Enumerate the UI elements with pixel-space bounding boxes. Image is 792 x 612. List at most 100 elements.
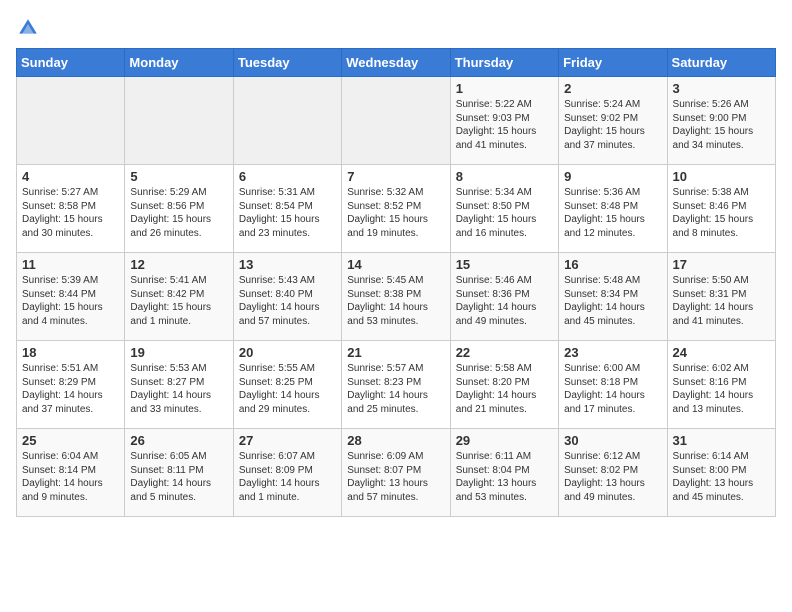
day-number: 10 [673,169,770,184]
calendar-cell: 26 Sunrise: 6:05 AM Sunset: 8:11 PM Dayli… [125,429,233,517]
day-number: 14 [347,257,444,272]
calendar-cell: 3Sunrise: 5:26 AM Sunset: 9:00 PM Daylig… [667,77,775,165]
cell-info-text: Sunrise: 5:48 AM Sunset: 8:34 PM Dayligh… [564,274,661,328]
day-number: 26 [130,433,227,448]
day-number: 7 [347,169,444,184]
cell-info-text: Sunrise: 6:00 AM Sunset: 8:18 PM Dayligh… [564,362,661,416]
cell-info-text: Sunrise: 5:38 AM Sunset: 8:46 PM Dayligh… [673,186,770,240]
day-number: 13 [239,257,336,272]
page-header [16,16,776,40]
calendar-cell: 18Sunrise: 5:51 AM Sunset: 8:29 PM Dayli… [17,341,125,429]
calendar-cell [233,77,341,165]
calendar-cell: 23 Sunrise: 6:00 AM Sunset: 8:18 PM Dayli… [559,341,667,429]
day-number: 4 [22,169,119,184]
cell-info-text: Sunrise: 5:53 AM Sunset: 8:27 PM Dayligh… [130,362,227,416]
calendar-cell [17,77,125,165]
day-number: 9 [564,169,661,184]
day-number: 27 [239,433,336,448]
cell-info-text: Sunrise: 5:31 AM Sunset: 8:54 PM Dayligh… [239,186,336,240]
calendar-cell [342,77,450,165]
calendar-cell: 28 Sunrise: 6:09 AM Sunset: 8:07 PM Dayli… [342,429,450,517]
day-number: 12 [130,257,227,272]
calendar-week-row: 4Sunrise: 5:27 AM Sunset: 8:58 PM Daylig… [17,165,776,253]
day-number: 20 [239,345,336,360]
day-number: 31 [673,433,770,448]
day-number: 25 [22,433,119,448]
calendar-cell: 22 Sunrise: 5:58 AM Sunset: 8:20 PM Dayli… [450,341,558,429]
day-number: 28 [347,433,444,448]
cell-info-text: Sunrise: 5:36 AM Sunset: 8:48 PM Dayligh… [564,186,661,240]
calendar-cell: 11Sunrise: 5:39 AM Sunset: 8:44 PM Dayli… [17,253,125,341]
calendar-cell: 27 Sunrise: 6:07 AM Sunset: 8:09 PM Dayli… [233,429,341,517]
day-number: 11 [22,257,119,272]
day-number: 15 [456,257,553,272]
weekday-header-row: SundayMondayTuesdayWednesdayThursdayFrid… [17,49,776,77]
logo [16,16,44,40]
calendar-cell: 14 Sunrise: 5:45 AM Sunset: 8:38 PM Dayli… [342,253,450,341]
cell-info-text: Sunrise: 5:34 AM Sunset: 8:50 PM Dayligh… [456,186,553,240]
day-number: 23 [564,345,661,360]
cell-info-text: Sunrise: 5:45 AM Sunset: 8:38 PM Dayligh… [347,274,444,328]
cell-info-text: Sunrise: 5:46 AM Sunset: 8:36 PM Dayligh… [456,274,553,328]
cell-info-text: Sunrise: 6:07 AM Sunset: 8:09 PM Dayligh… [239,450,336,504]
day-number: 18 [22,345,119,360]
calendar-table: SundayMondayTuesdayWednesdayThursdayFrid… [16,48,776,517]
logo-icon [16,16,40,40]
cell-info-text: Sunrise: 5:24 AM Sunset: 9:02 PM Dayligh… [564,98,661,152]
cell-info-text: Sunrise: 5:29 AM Sunset: 8:56 PM Dayligh… [130,186,227,240]
calendar-cell: 25 Sunrise: 6:04 AM Sunset: 8:14 PM Dayli… [17,429,125,517]
cell-info-text: Sunrise: 5:22 AM Sunset: 9:03 PM Dayligh… [456,98,553,152]
weekday-header-tuesday: Tuesday [233,49,341,77]
cell-info-text: Sunrise: 5:58 AM Sunset: 8:20 PM Dayligh… [456,362,553,416]
day-number: 30 [564,433,661,448]
day-number: 16 [564,257,661,272]
calendar-cell: 21 Sunrise: 5:57 AM Sunset: 8:23 PM Dayli… [342,341,450,429]
calendar-week-row: 25 Sunrise: 6:04 AM Sunset: 8:14 PM Dayli… [17,429,776,517]
cell-info-text: Sunrise: 6:09 AM Sunset: 8:07 PM Dayligh… [347,450,444,504]
cell-info-text: Sunrise: 6:12 AM Sunset: 8:02 PM Dayligh… [564,450,661,504]
day-number: 8 [456,169,553,184]
day-number: 22 [456,345,553,360]
day-number: 5 [130,169,227,184]
day-number: 19 [130,345,227,360]
day-number: 29 [456,433,553,448]
weekday-header-thursday: Thursday [450,49,558,77]
calendar-cell: 7 Sunrise: 5:32 AM Sunset: 8:52 PM Daylig… [342,165,450,253]
calendar-week-row: 1Sunrise: 5:22 AM Sunset: 9:03 PM Daylig… [17,77,776,165]
calendar-cell: 1Sunrise: 5:22 AM Sunset: 9:03 PM Daylig… [450,77,558,165]
calendar-cell: 20 Sunrise: 5:55 AM Sunset: 8:25 PM Dayli… [233,341,341,429]
calendar-cell: 8 Sunrise: 5:34 AM Sunset: 8:50 PM Daylig… [450,165,558,253]
weekday-header-saturday: Saturday [667,49,775,77]
cell-info-text: Sunrise: 5:55 AM Sunset: 8:25 PM Dayligh… [239,362,336,416]
calendar-cell: 31 Sunrise: 6:14 AM Sunset: 8:00 PM Dayli… [667,429,775,517]
weekday-header-sunday: Sunday [17,49,125,77]
cell-info-text: Sunrise: 6:05 AM Sunset: 8:11 PM Dayligh… [130,450,227,504]
weekday-header-wednesday: Wednesday [342,49,450,77]
cell-info-text: Sunrise: 5:32 AM Sunset: 8:52 PM Dayligh… [347,186,444,240]
calendar-cell: 6 Sunrise: 5:31 AM Sunset: 8:54 PM Daylig… [233,165,341,253]
weekday-header-monday: Monday [125,49,233,77]
calendar-week-row: 11Sunrise: 5:39 AM Sunset: 8:44 PM Dayli… [17,253,776,341]
calendar-cell: 30 Sunrise: 6:12 AM Sunset: 8:02 PM Dayli… [559,429,667,517]
calendar-week-row: 18Sunrise: 5:51 AM Sunset: 8:29 PM Dayli… [17,341,776,429]
cell-info-text: Sunrise: 5:43 AM Sunset: 8:40 PM Dayligh… [239,274,336,328]
calendar-cell: 4Sunrise: 5:27 AM Sunset: 8:58 PM Daylig… [17,165,125,253]
calendar-cell: 17Sunrise: 5:50 AM Sunset: 8:31 PM Dayli… [667,253,775,341]
cell-info-text: Sunrise: 6:04 AM Sunset: 8:14 PM Dayligh… [22,450,119,504]
calendar-cell: 24 Sunrise: 6:02 AM Sunset: 8:16 PM Dayli… [667,341,775,429]
weekday-header-friday: Friday [559,49,667,77]
cell-info-text: Sunrise: 6:02 AM Sunset: 8:16 PM Dayligh… [673,362,770,416]
calendar-cell: 10 Sunrise: 5:38 AM Sunset: 8:46 PM Dayli… [667,165,775,253]
calendar-cell: 19 Sunrise: 5:53 AM Sunset: 8:27 PM Dayli… [125,341,233,429]
day-number: 21 [347,345,444,360]
cell-info-text: Sunrise: 5:41 AM Sunset: 8:42 PM Dayligh… [130,274,227,328]
cell-info-text: Sunrise: 5:26 AM Sunset: 9:00 PM Dayligh… [673,98,770,152]
day-number: 24 [673,345,770,360]
cell-info-text: Sunrise: 6:14 AM Sunset: 8:00 PM Dayligh… [673,450,770,504]
calendar-cell: 12 Sunrise: 5:41 AM Sunset: 8:42 PM Dayli… [125,253,233,341]
cell-info-text: Sunrise: 5:57 AM Sunset: 8:23 PM Dayligh… [347,362,444,416]
day-number: 6 [239,169,336,184]
day-number: 17 [673,257,770,272]
calendar-cell: 29Sunrise: 6:11 AM Sunset: 8:04 PM Dayli… [450,429,558,517]
day-number: 2 [564,81,661,96]
